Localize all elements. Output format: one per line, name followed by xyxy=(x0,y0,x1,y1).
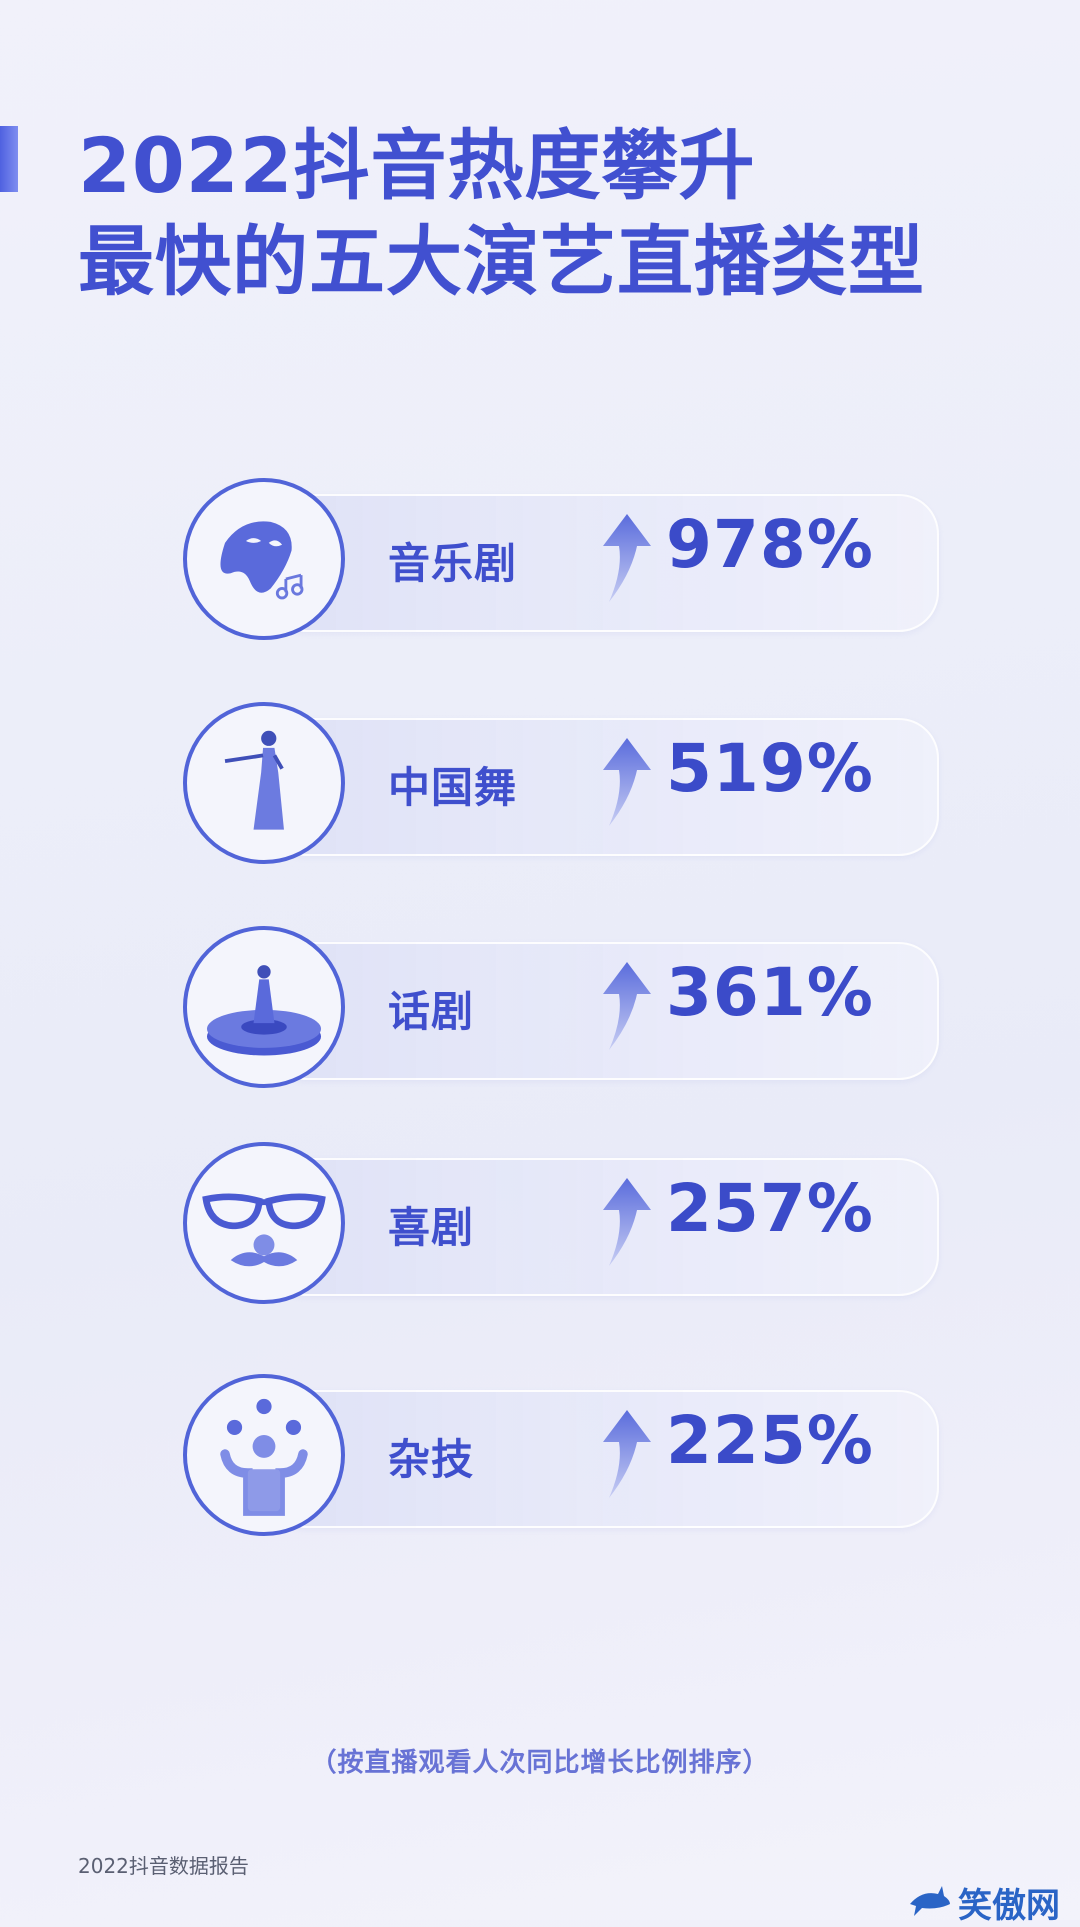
list-item-comedy: 喜剧 257% xyxy=(183,1142,939,1310)
title-line-2: 最快的五大演艺直播类型 xyxy=(78,217,925,306)
list-item-acrobatics: 杂技 225% xyxy=(183,1374,939,1542)
accent-bar xyxy=(0,126,18,192)
juggler-icon xyxy=(183,1374,345,1536)
arrow-up-icon xyxy=(593,1172,653,1272)
glasses-mustache-icon xyxy=(183,1142,345,1304)
sorting-note: （按直播观看人次同比增长比例排序） xyxy=(310,1748,770,1778)
growth-value: 519% xyxy=(666,730,874,807)
arrow-up-icon xyxy=(593,508,653,608)
growth-value: 361% xyxy=(666,954,874,1031)
stage-icon xyxy=(183,926,345,1088)
list-item-drama: 话剧 361% xyxy=(183,926,939,1094)
growth-value: 978% xyxy=(666,506,874,583)
title-line-1: 2022抖音热度攀升 xyxy=(78,121,756,210)
list-item-musical: 音乐剧 978% xyxy=(183,478,939,646)
list-item-chinese-dance: 中国舞 519% xyxy=(183,702,939,870)
arrow-up-icon xyxy=(593,956,653,1056)
item-label: 杂技 xyxy=(388,1435,475,1484)
dancer-icon xyxy=(183,702,345,864)
page-title: 2022抖音热度攀升 最快的五大演艺直播类型 xyxy=(78,118,925,310)
mask-music-icon xyxy=(183,478,345,640)
item-label: 中国舞 xyxy=(388,763,518,812)
report-source: 2022抖音数据报告 xyxy=(78,1854,249,1878)
item-label: 话剧 xyxy=(388,987,475,1036)
arrow-up-icon xyxy=(593,1404,653,1504)
item-label: 音乐剧 xyxy=(388,539,518,588)
arrow-up-icon xyxy=(593,732,653,832)
growth-value: 257% xyxy=(666,1170,874,1247)
shark-logo-icon xyxy=(908,1884,952,1922)
growth-value: 225% xyxy=(666,1402,874,1479)
item-label: 喜剧 xyxy=(388,1203,475,1252)
